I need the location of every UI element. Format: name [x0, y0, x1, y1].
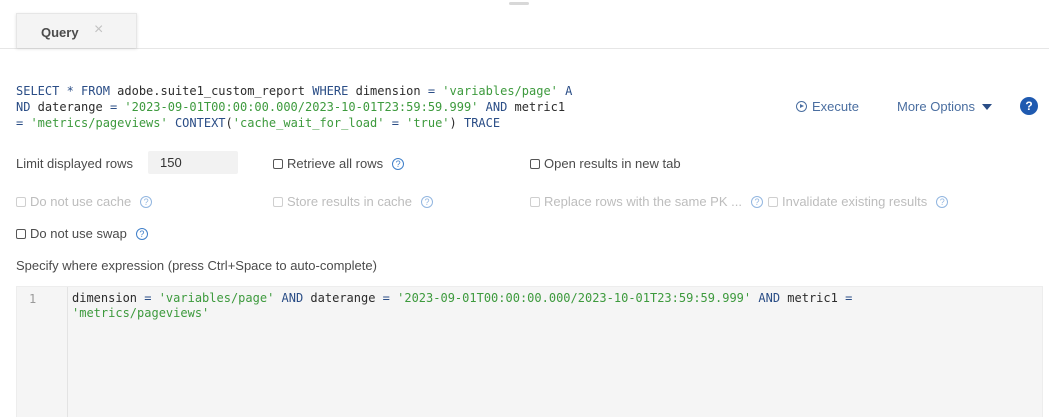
code-token: WHERE [312, 84, 356, 98]
where-expression-label: Specify where expression (press Ctrl+Spa… [16, 258, 377, 273]
replace-rows-label: Replace rows with the same PK ... [544, 194, 742, 209]
question-icon[interactable]: ? [421, 195, 434, 208]
invalidate-results-checkbox [767, 196, 778, 207]
code-token: FROM [81, 84, 118, 98]
do-not-use-swap-checkbox[interactable] [16, 228, 26, 239]
code-token: = [109, 100, 125, 114]
code-token: ND [16, 100, 31, 114]
code-token: = [427, 84, 443, 98]
caret-down-icon [982, 103, 993, 110]
code-token: daterange [30, 100, 110, 114]
help-icon[interactable]: ? [1020, 97, 1038, 115]
code-token: CONTEXT [167, 116, 226, 130]
tab-query-label: Query [41, 25, 79, 40]
replace-rows-checkbox [530, 196, 540, 207]
code-token: = [382, 291, 398, 305]
code-token: TRACE [463, 116, 501, 130]
code-token: AND [478, 100, 515, 114]
open-new-tab-option[interactable]: Open results in new tab [530, 156, 681, 171]
code-token: A [557, 84, 573, 98]
store-in-cache-checkbox [273, 196, 283, 207]
code-token: 'variables/page' [158, 291, 275, 305]
code-token: 'true' [406, 116, 450, 130]
code-token: metric1 [787, 291, 846, 305]
more-options-dropdown[interactable]: More Options [897, 99, 993, 114]
play-circle-icon [796, 101, 807, 112]
code-token: = [845, 291, 853, 305]
execute-button[interactable]: Execute [796, 99, 859, 114]
code-token: = [144, 291, 159, 305]
code-token: 'metrics/pageviews' [30, 116, 168, 130]
code-line: = 'metrics/pageviews' CONTEXT('cache_wai… [16, 115, 616, 131]
question-icon[interactable]: ? [936, 195, 949, 208]
limit-rows-label: Limit displayed rows [16, 156, 134, 171]
invalidate-results-label: Invalidate existing results [781, 194, 928, 209]
question-icon[interactable]: ? [135, 227, 148, 240]
code-token: metric1 [514, 100, 566, 114]
code-token: AND [751, 291, 788, 305]
line-number: 1 [29, 292, 37, 306]
code-token: 'cache_wait_for_load' [232, 116, 385, 130]
question-icon[interactable]: ? [140, 195, 153, 208]
limit-rows-input[interactable] [148, 151, 238, 174]
code-line: ND daterange = '2023-09-01T00:00:00.000/… [16, 99, 616, 115]
retrieve-all-rows-label: Retrieve all rows [287, 156, 384, 171]
store-in-cache-option: Store results in cache ? [273, 194, 434, 209]
question-icon[interactable]: ? [392, 157, 405, 170]
editor-gutter: 1 [17, 287, 68, 417]
do-not-use-swap-option[interactable]: Do not use swap ? [16, 226, 148, 241]
open-new-tab-label: Open results in new tab [544, 156, 681, 171]
code-token: * [66, 84, 82, 98]
code-token: dimension [72, 291, 145, 305]
replace-rows-option: Replace rows with the same PK ... ? Inva… [530, 194, 949, 209]
code-token: ( [225, 116, 233, 130]
retrieve-all-rows-checkbox[interactable] [273, 158, 283, 169]
code-token: dimension [355, 84, 428, 98]
code-token: 'metrics/pageviews' [72, 306, 210, 320]
code-token: AND [274, 291, 311, 305]
code-token: adobe.suite1_custom_report [117, 84, 313, 98]
tab-bar: Query × [0, 0, 1049, 49]
code-token: '2023-09-01T00:00:00.000/2023-10-01T23:5… [397, 291, 752, 305]
store-in-cache-label: Store results in cache [287, 194, 413, 209]
retrieve-all-rows-option[interactable]: Retrieve all rows ? [273, 156, 405, 171]
code-token: daterange [310, 291, 383, 305]
code-line: 'metrics/pageviews' [72, 306, 852, 321]
more-options-label: More Options [897, 99, 976, 114]
tab-query[interactable]: Query × [16, 13, 137, 48]
close-icon[interactable]: × [94, 21, 103, 39]
open-new-tab-checkbox[interactable] [530, 158, 540, 169]
where-expression-code[interactable]: dimension = 'variables/page' AND dateran… [72, 291, 852, 321]
do-not-use-cache-option: Do not use cache ? [16, 194, 153, 209]
code-token: SELECT [16, 84, 67, 98]
question-icon[interactable]: ? [750, 195, 763, 208]
execute-label: Execute [812, 99, 859, 114]
code-line: SELECT * FROM adobe.suite1_custom_report… [16, 83, 616, 99]
code-token: ) [449, 116, 464, 130]
code-token: = [384, 116, 407, 130]
sql-query-text[interactable]: SELECT * FROM adobe.suite1_custom_report… [16, 83, 616, 131]
code-line: dimension = 'variables/page' AND dateran… [72, 291, 852, 306]
code-token: '2023-09-01T00:00:00.000/2023-10-01T23:5… [124, 100, 479, 114]
where-expression-editor[interactable]: 1 dimension = 'variables/page' AND dater… [16, 286, 1043, 417]
code-token: = [16, 116, 31, 130]
do-not-use-cache-checkbox [16, 196, 26, 207]
do-not-use-swap-label: Do not use swap [30, 226, 127, 241]
code-token: 'variables/page' [442, 84, 558, 98]
do-not-use-cache-label: Do not use cache [30, 194, 132, 209]
